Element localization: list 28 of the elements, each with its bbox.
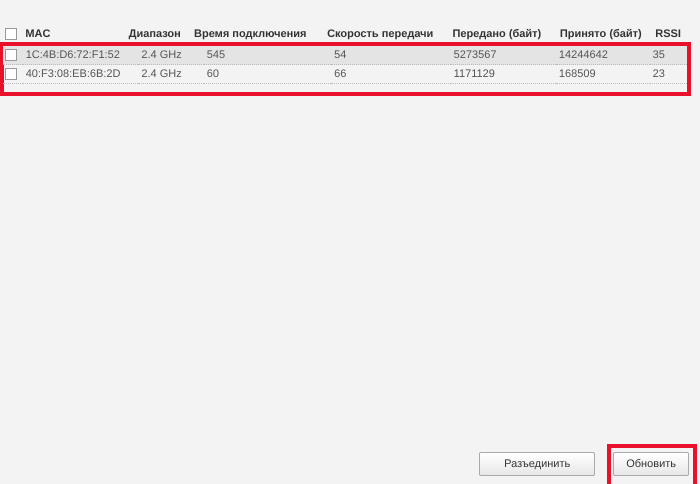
table-cell: 5273567 <box>454 49 496 62</box>
table-cell: 168509 <box>558 68 596 80</box>
table-cell: 1C:4B:D6:72:F1:52 <box>26 49 120 62</box>
column-header: Скорость передачи <box>327 28 434 40</box>
table-cell: 54 <box>334 49 346 62</box>
row-checkbox[interactable] <box>5 68 17 80</box>
table-cell: 35 <box>652 49 665 62</box>
table-cell: 66 <box>334 68 346 80</box>
table-cell: 1171129 <box>454 68 495 80</box>
select-all-checkbox[interactable] <box>5 28 17 40</box>
column-header: Диапазон <box>128 28 181 40</box>
column-header: Передано (байт) <box>452 28 542 40</box>
table-row[interactable]: 1C:4B:D6:72:F1:52 2.4 GHz 545 54 5273567 14244642 35 <box>3 46 687 65</box>
column-header: Принято (байт) <box>560 28 642 40</box>
table-cell: 2.4 GHz <box>141 68 182 80</box>
action-button[interactable]: Разъединить <box>479 452 596 476</box>
column-header: Время подключения <box>194 28 306 40</box>
table-cell: 23 <box>652 68 665 80</box>
table-cell: 60 <box>206 68 219 80</box>
table-cell: 40:F3:08:EB:6B:2D <box>26 68 120 80</box>
column-header: MAC <box>25 28 50 40</box>
column-header: RSSI <box>655 28 681 40</box>
table-row[interactable]: 40:F3:08:EB:6B:2D 2.4 GHz 60 66 1171129 168509 23 <box>3 64 687 84</box>
table-cell: 14244642 <box>558 49 608 62</box>
table-cell: 2.4 GHz <box>141 49 182 62</box>
action-button[interactable]: Обновить <box>613 452 689 476</box>
table-cell: 545 <box>206 49 226 62</box>
row-checkbox[interactable] <box>5 49 17 62</box>
